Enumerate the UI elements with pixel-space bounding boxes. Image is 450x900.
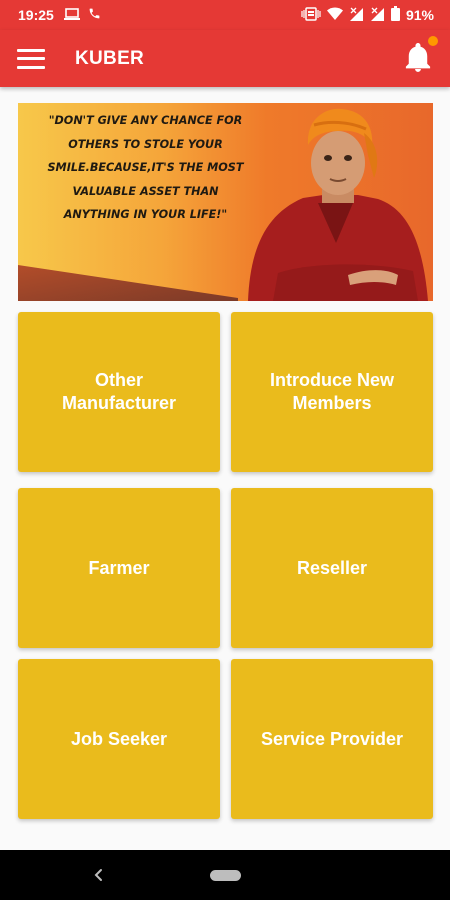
- portrait-image: [248, 108, 428, 301]
- back-icon[interactable]: [90, 866, 108, 884]
- notification-badge: [428, 36, 438, 46]
- tile-label: Reseller: [296, 557, 368, 578]
- banner-ground-shape: [18, 265, 238, 301]
- notification-bell-icon[interactable]: [404, 36, 438, 75]
- tile-label: Farmer: [88, 557, 150, 578]
- tile-label: Other Manufacturer: [61, 370, 177, 413]
- battery-percentage: 91%: [405, 7, 434, 23]
- tile-job-seeker[interactable]: Job Seeker: [18, 659, 220, 819]
- tile-reseller[interactable]: Reseller: [231, 488, 433, 648]
- battery-icon: [390, 6, 400, 24]
- wifi-icon: [326, 7, 343, 23]
- tile-service-provider[interactable]: Service Provider: [231, 659, 433, 819]
- phone-icon: [88, 7, 101, 23]
- tile-label: Job Seeker: [70, 728, 168, 749]
- laptop-icon: [63, 7, 80, 23]
- tile-label: Introduce New Members: [269, 370, 394, 413]
- signal-icon: [370, 7, 385, 24]
- quote-banner: "DON'T GIVE ANY CHANCE FOR OTHERS TO STO…: [18, 103, 433, 301]
- app-title: KUBER: [75, 47, 145, 69]
- tile-other-manufacturer[interactable]: Other Manufacturer: [18, 312, 220, 472]
- app-bar: KUBER: [0, 30, 450, 87]
- status-time: 19:25: [18, 7, 54, 23]
- tile-introduce-new-members[interactable]: Introduce New Members: [231, 312, 433, 472]
- menu-icon[interactable]: [17, 48, 45, 69]
- tile-label: Service Provider: [260, 728, 404, 749]
- tile-farmer[interactable]: Farmer: [18, 488, 220, 648]
- system-nav-bar: [0, 850, 450, 900]
- home-pill-icon[interactable]: [210, 870, 241, 881]
- signal-icon: [349, 7, 364, 24]
- vibrate-icon: [301, 6, 321, 24]
- status-bar: 19:25 91%: [0, 0, 450, 30]
